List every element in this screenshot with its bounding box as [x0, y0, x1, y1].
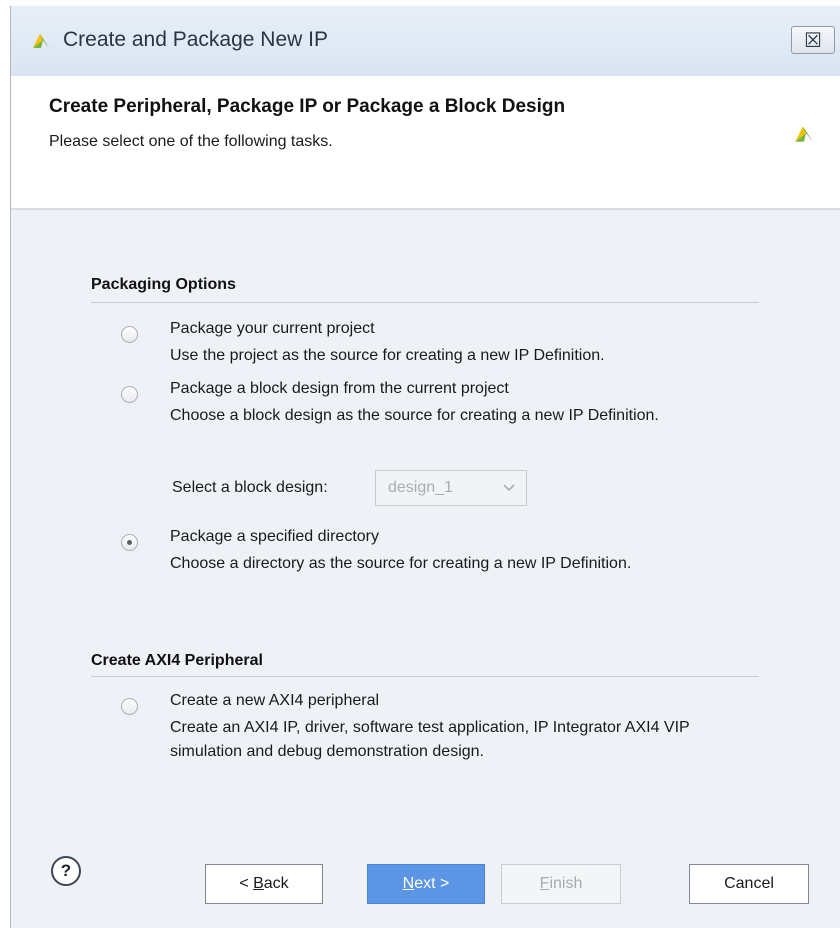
window-title: Create and Package New IP — [63, 28, 328, 51]
block-design-select-value: design_1 — [388, 479, 453, 496]
option-description: Use the project as the source for creati… — [170, 347, 605, 364]
back-label-rest: ack — [263, 875, 289, 892]
radio-package-specified-directory[interactable] — [121, 534, 138, 551]
option-label: Create a new AXI4 peripheral — [170, 692, 380, 709]
cancel-button[interactable]: Cancel — [689, 864, 809, 904]
page-subtitle: Please select one of the following tasks… — [49, 133, 333, 150]
wizard-footer: ? < Back Next > Finish Cancel — [11, 824, 840, 928]
close-button[interactable]: ☒ — [791, 26, 835, 54]
dialog-window: Create and Package New IP ☒ Create Perip… — [10, 6, 840, 928]
option-description: Choose a directory as the source for cre… — [170, 555, 632, 572]
page-title: Create Peripheral, Package IP or Package… — [49, 96, 566, 117]
wizard-content: Packaging Options Package your current p… — [11, 210, 840, 824]
block-design-select[interactable]: design_1 — [375, 470, 527, 506]
option-label: Package a block design from the current … — [170, 380, 509, 397]
section-divider — [91, 676, 759, 677]
finish-label-rest: inish — [549, 875, 583, 892]
finish-label-mnemonic: F — [539, 875, 550, 892]
option-label: Package a specified directory — [170, 528, 379, 545]
back-label-mnemonic: B — [253, 875, 264, 892]
next-label-rest: ext > — [414, 875, 450, 892]
option-description: Create an AXI4 IP, driver, software test… — [170, 719, 690, 760]
next-button[interactable]: Next > — [367, 864, 485, 904]
vivado-logo-icon — [795, 126, 813, 142]
vivado-logo-icon — [33, 34, 49, 48]
radio-package-current-project[interactable] — [121, 326, 138, 343]
option-label: Package your current project — [170, 320, 375, 337]
packaging-options-heading: Packaging Options — [91, 276, 236, 293]
wizard-header: Create Peripheral, Package IP or Package… — [11, 76, 840, 210]
back-label-prefix: < — [239, 875, 254, 892]
create-axi4-peripheral-heading: Create AXI4 Peripheral — [91, 652, 263, 669]
radio-create-axi4-peripheral[interactable] — [121, 698, 138, 715]
title-bar: Create and Package New IP ☒ — [11, 6, 840, 76]
back-button[interactable]: < Back — [205, 864, 323, 904]
next-label-mnemonic: N — [402, 875, 415, 892]
finish-button[interactable]: Finish — [501, 864, 621, 904]
block-design-select-label: Select a block design: — [172, 479, 328, 496]
chevron-down-icon — [503, 484, 515, 492]
close-icon: ☒ — [804, 29, 822, 52]
section-divider — [91, 302, 759, 303]
help-icon[interactable]: ? — [51, 856, 81, 886]
option-description: Choose a block design as the source for … — [170, 407, 659, 424]
radio-package-block-design[interactable] — [121, 386, 138, 403]
